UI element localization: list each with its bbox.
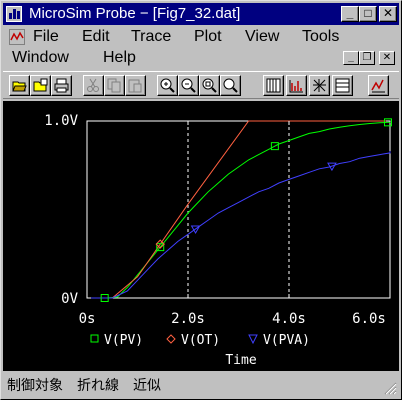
- minimize-button[interactable]: _: [341, 6, 359, 22]
- copy-icon[interactable]: [104, 75, 125, 96]
- window-title: MicroSim Probe − [Fig7_32.dat]: [29, 5, 241, 22]
- legend-label-pva: V(PVA): [263, 333, 310, 348]
- title-bar[interactable]: MicroSim Probe − [Fig7_32.dat] _ □ ✕: [3, 3, 399, 25]
- zoom-in-icon[interactable]: [157, 75, 178, 96]
- probe-window: MicroSim Probe − [Fig7_32.dat] _ □ ✕ Fil…: [0, 0, 402, 400]
- zoom-out-icon[interactable]: [178, 75, 199, 96]
- x-tick-0s: 0s: [79, 311, 96, 327]
- menu-plot[interactable]: Plot: [194, 28, 222, 46]
- series-lines: [87, 120, 391, 299]
- status-text: 制御対象 折れ線 近似: [7, 378, 161, 394]
- cursor-icon[interactable]: [368, 75, 389, 96]
- fft-icon[interactable]: [286, 75, 307, 96]
- close-button[interactable]: ✕: [379, 6, 397, 22]
- document-close-button[interactable]: ✕: [379, 51, 395, 65]
- plot-window[interactable]: 1.0V 0V 0s 2.0s 4.0s 6.0s V(PV) V(OT) V(…: [3, 101, 399, 371]
- grid-lines: [87, 120, 390, 299]
- legend-marker-pv: [90, 334, 99, 343]
- document-system-icon[interactable]: [9, 29, 25, 45]
- menu-tools[interactable]: Tools: [302, 28, 339, 46]
- resize-grip-icon[interactable]: [383, 381, 397, 395]
- series-line-0: [87, 121, 391, 299]
- y-tick-1V: 1.0V: [44, 113, 78, 129]
- menu-window[interactable]: Window: [12, 49, 69, 67]
- paste-icon[interactable]: [125, 75, 146, 96]
- series-line-2: [87, 151, 391, 299]
- x-tick-4s: 4.0s: [272, 311, 306, 327]
- legend-marker-pva: [248, 334, 258, 345]
- series-markers: [100, 118, 392, 302]
- menu-file[interactable]: File: [33, 28, 59, 46]
- document-minimize-button[interactable]: _: [343, 51, 359, 65]
- x-tick-6s: 6.0s: [352, 311, 386, 327]
- zoom-fit-icon[interactable]: [220, 75, 241, 96]
- zoom-area-icon[interactable]: [199, 75, 220, 96]
- legend-label-ot: V(OT): [181, 333, 220, 348]
- menu-help[interactable]: Help: [103, 49, 136, 67]
- line-chart: 1.0V 0V 0s 2.0s 4.0s 6.0s V(PV) V(OT) V(…: [44, 113, 392, 368]
- menu-view[interactable]: View: [245, 28, 279, 46]
- menu-bar: File Edit Trace Plot View Tools Window H…: [3, 25, 399, 69]
- series-line-1: [87, 120, 390, 299]
- y-tick-0V: 0V: [61, 291, 78, 307]
- axis-ticks: [86, 120, 390, 299]
- menu-trace[interactable]: Trace: [131, 28, 171, 46]
- open-icon[interactable]: [9, 75, 30, 96]
- table-icon[interactable]: [332, 75, 353, 96]
- display-icon[interactable]: [263, 75, 284, 96]
- print-icon[interactable]: [51, 75, 72, 96]
- toolbar: [3, 71, 399, 99]
- x-tick-2s: 2.0s: [171, 311, 205, 327]
- cut-icon[interactable]: [83, 75, 104, 96]
- legend: V(PV) V(OT) V(PVA): [90, 333, 310, 348]
- axis-icon[interactable]: [309, 75, 330, 96]
- menu-edit[interactable]: Edit: [82, 28, 110, 46]
- status-bar: 制御対象 折れ線 近似: [3, 373, 399, 397]
- legend-marker-ot: [166, 334, 176, 344]
- document-restore-button[interactable]: ❐: [359, 51, 375, 65]
- maximize-button[interactable]: □: [359, 6, 377, 22]
- legend-label-pv: V(PV): [104, 333, 143, 348]
- open-folder-icon[interactable]: [30, 75, 51, 96]
- x-axis-title: Time: [225, 353, 256, 368]
- probe-app-icon[interactable]: [6, 6, 22, 22]
- plot-frame: [86, 120, 391, 299]
